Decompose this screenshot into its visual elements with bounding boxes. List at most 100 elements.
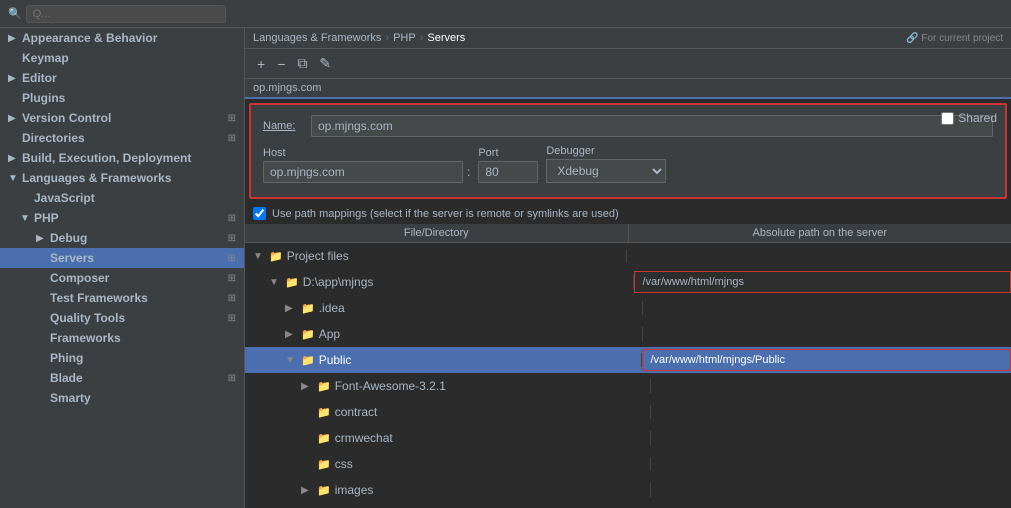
use-path-mappings-checkbox[interactable]	[253, 207, 266, 220]
arrow-icon: ▼	[253, 251, 263, 262]
tree-row[interactable]: ▼📁Project files	[245, 243, 1011, 269]
tree-row[interactable]: ▼📁Public/var/www/html/mjngs/Public	[245, 347, 1011, 373]
tree-row[interactable]: 📁crmwechat	[245, 425, 1011, 451]
tree-cell-left: 📁css	[245, 457, 651, 471]
tree-item-label: images	[335, 483, 374, 497]
server-form: Shared Name: Host :	[249, 103, 1007, 199]
tree-cell-right[interactable]	[651, 453, 1011, 475]
sidebar-item-badge: ⊞	[228, 313, 236, 324]
debugger-select[interactable]: XdebugZend Debugger	[546, 159, 666, 183]
shared-checkbox[interactable]	[941, 112, 954, 125]
arrow-icon: ▶	[285, 329, 295, 340]
name-input[interactable]	[311, 115, 993, 137]
sidebar-item-servers[interactable]: Servers⊞	[0, 248, 244, 268]
tree-cell-right[interactable]	[651, 401, 1011, 423]
tree-row[interactable]: ▶📁.idea	[245, 295, 1011, 321]
tree-row[interactable]: ▼📁D:\app\mjngs/var/www/html/mjngs	[245, 269, 1011, 295]
sidebar-item-smarty[interactable]: Smarty	[0, 388, 244, 408]
top-bar: 🔍	[0, 0, 1011, 28]
name-row: Name:	[263, 115, 993, 137]
tree-row[interactable]: 📁img	[245, 503, 1011, 508]
sidebar-item-debug[interactable]: ▶Debug⊞	[0, 228, 244, 248]
tree-cell-right[interactable]	[627, 245, 1011, 267]
tree-item-label: Project files	[287, 249, 349, 263]
file-tree: ▼📁Project files▼📁D:\app\mjngs/var/www/ht…	[245, 243, 1011, 508]
sidebar-item-label: Quality Tools	[50, 311, 125, 325]
folder-icon: 📁	[317, 406, 331, 419]
folder-icon: 📁	[317, 458, 331, 471]
tree-row[interactable]: ▶📁App	[245, 321, 1011, 347]
sidebar-item-javascript[interactable]: JavaScript	[0, 188, 244, 208]
tree-item-label: App	[319, 327, 340, 341]
tree-cell-right[interactable]	[651, 375, 1011, 397]
sidebar-item-blade[interactable]: Blade⊞	[0, 368, 244, 388]
tree-item-label: Public	[319, 353, 352, 367]
search-input[interactable]	[26, 5, 226, 23]
sidebar-item-label: Blade	[50, 371, 83, 385]
folder-icon: 📁	[301, 354, 315, 367]
sidebar-item-composer[interactable]: Composer⊞	[0, 268, 244, 288]
tree-cell-right[interactable]	[643, 297, 1011, 319]
tree-cell-left: ▼📁D:\app\mjngs	[245, 275, 634, 289]
sidebar-item-phing[interactable]: Phing	[0, 348, 244, 368]
sidebar-item-label: Test Frameworks	[50, 291, 148, 305]
sidebar-item-quality-tools[interactable]: Quality Tools ⊞	[0, 308, 244, 328]
sidebar-item-test-frameworks[interactable]: Test Frameworks⊞	[0, 288, 244, 308]
arrow-icon: ▼	[269, 277, 279, 288]
tree-item-label: D:\app\mjngs	[303, 275, 374, 289]
edit-button[interactable]: ✎	[315, 53, 335, 74]
tree-cell-right[interactable]: /var/www/html/mjngs	[634, 271, 1011, 293]
tree-row[interactable]: 📁contract	[245, 399, 1011, 425]
server-path-value: /var/www/html/mjngs	[643, 276, 744, 288]
arrow-icon: ▶	[36, 233, 46, 244]
remove-button[interactable]: −	[273, 54, 289, 74]
sidebar-item-appearance---behavior[interactable]: ▶Appearance & Behavior	[0, 28, 244, 48]
sidebar-item-label: Plugins	[22, 91, 65, 105]
name-label: Name:	[263, 120, 303, 132]
sidebar: ▶Appearance & BehaviorKeymap▶Editor Plugi…	[0, 28, 245, 508]
add-button[interactable]: +	[253, 54, 269, 74]
sidebar-item-label: JavaScript	[34, 191, 95, 205]
sidebar-item-badge: ⊞	[228, 213, 236, 224]
shared-area: Shared	[941, 111, 997, 125]
copy-button[interactable]: ⧉	[293, 53, 311, 74]
table-header: File/Directory Absolute path on the serv…	[245, 224, 1011, 243]
port-input[interactable]	[478, 161, 538, 183]
server-tab-label: op.mjngs.com	[253, 82, 321, 94]
sidebar-item-version-control[interactable]: ▶Version Control⊞	[0, 108, 244, 128]
server-tab[interactable]: op.mjngs.com	[245, 79, 1011, 99]
sidebar-item-directories[interactable]: Directories⊞	[0, 128, 244, 148]
tree-row[interactable]: ▶📁images	[245, 477, 1011, 503]
sidebar-item-label: Directories	[22, 131, 85, 145]
sidebar-item-languages---frameworks[interactable]: ▼Languages & Frameworks	[0, 168, 244, 188]
host-input[interactable]	[263, 161, 463, 183]
use-path-mappings-label: Use path mappings (select if the server …	[272, 208, 619, 220]
tree-cell-right[interactable]	[651, 479, 1011, 501]
sidebar-item-plugins[interactable]: Plugins	[0, 88, 244, 108]
tree-cell-right[interactable]: /var/www/html/mjngs/Public	[642, 349, 1011, 371]
right-panel: Languages & Frameworks › PHP › Servers 🔗…	[245, 28, 1011, 508]
sidebar-item-keymap[interactable]: Keymap	[0, 48, 244, 68]
servers-content: Shared Name: Host :	[245, 99, 1011, 508]
sidebar-item-label: Smarty	[50, 391, 91, 405]
tree-cell-left: ▶📁.idea	[245, 301, 643, 315]
tree-cell-right[interactable]	[651, 427, 1011, 449]
tree-cell-right[interactable]	[643, 323, 1011, 345]
tree-cell-left: 📁contract	[245, 405, 651, 419]
tree-cell-left: ▶📁images	[245, 483, 651, 497]
sidebar-item-build--execution--deployment[interactable]: ▶Build, Execution, Deployment	[0, 148, 244, 168]
breadcrumb-servers: Servers	[427, 32, 465, 44]
tree-item-label: Font-Awesome-3.2.1	[335, 379, 446, 393]
sidebar-item-editor[interactable]: ▶Editor	[0, 68, 244, 88]
tree-row[interactable]: ▶📁Font-Awesome-3.2.1	[245, 373, 1011, 399]
sidebar-item-frameworks[interactable]: Frameworks	[0, 328, 244, 348]
port-separator: :	[467, 165, 470, 179]
breadcrumb: Languages & Frameworks › PHP › Servers 🔗…	[245, 28, 1011, 49]
sidebar-item-badge: ⊞	[228, 113, 236, 124]
server-path-value: /var/www/html/mjngs/Public	[651, 354, 785, 366]
folder-icon: 📁	[317, 484, 331, 497]
sidebar-item-php[interactable]: ▼PHP⊞	[0, 208, 244, 228]
arrow-icon: ▼	[8, 173, 18, 184]
tree-row[interactable]: 📁css	[245, 451, 1011, 477]
tree-cell-left: ▼📁Public	[245, 353, 642, 367]
